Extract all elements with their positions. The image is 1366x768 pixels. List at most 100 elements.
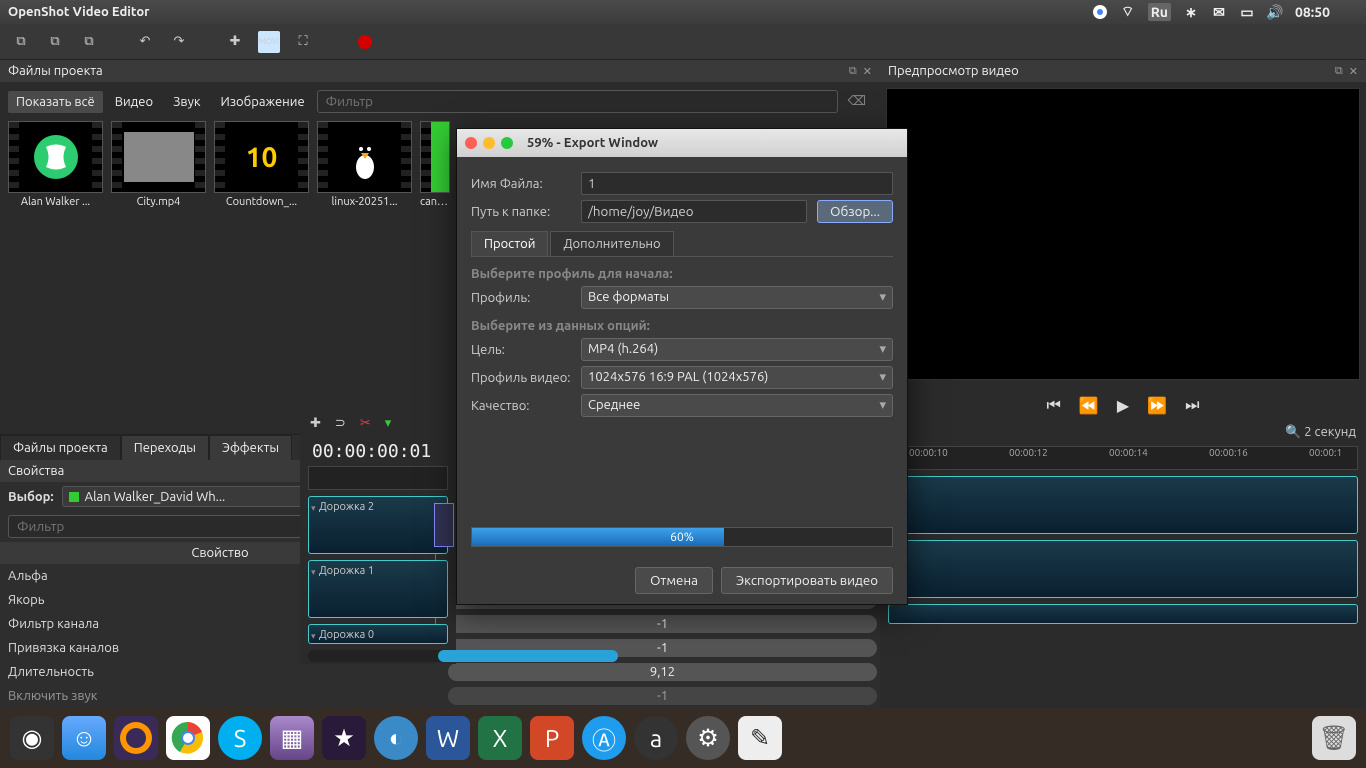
path-label: Путь к папке:	[471, 205, 571, 219]
tab-video[interactable]: Видео	[107, 91, 161, 113]
add-marker-icon[interactable]: ✚	[310, 416, 321, 431]
detach-icon[interactable]: ⧉	[849, 65, 857, 78]
detach-icon[interactable]: ⧉	[1335, 65, 1343, 78]
chrome-icon[interactable]	[1092, 4, 1108, 20]
target-select[interactable]: MP4 (h.264)	[581, 338, 893, 361]
dock-excel-icon[interactable]: X	[478, 716, 522, 760]
timeline-left: ✚ ⊃ ✂ ▾ 00:00:00:01 ▾Дорожка 2 ▾Дорожка …	[300, 410, 456, 664]
clear-filter-icon[interactable]: ⌫	[842, 94, 872, 109]
project-files-title: Файлы проекта	[8, 64, 103, 78]
close-panel-icon[interactable]: ✕	[1349, 65, 1358, 78]
tab-advanced[interactable]: Дополнительно	[550, 231, 673, 256]
project-filter-input[interactable]	[317, 90, 838, 113]
file-item[interactable]: can o...	[420, 121, 450, 208]
window-maximize-icon[interactable]	[501, 137, 513, 149]
clock[interactable]: 08:50	[1295, 4, 1330, 20]
clip[interactable]	[434, 503, 454, 547]
file-item[interactable]: City.mp4	[111, 121, 206, 208]
movi-icon[interactable]: MOVI	[258, 31, 280, 53]
skip-start-icon[interactable]: ⏮	[1047, 396, 1061, 415]
dock-trash-icon[interactable]: 🗑	[1312, 716, 1356, 760]
dock-word-icon[interactable]: W	[426, 716, 470, 760]
target-label: Цель:	[471, 343, 571, 357]
file-item[interactable]: linux-20251...	[317, 121, 412, 208]
volume-icon[interactable]: 🔊	[1267, 4, 1283, 20]
tab-simple[interactable]: Простой	[471, 231, 548, 256]
timeline-scrollbar[interactable]	[308, 650, 448, 662]
tab-audio[interactable]: Звук	[165, 91, 208, 113]
rewind-icon[interactable]: ⏪	[1079, 396, 1099, 415]
quality-label: Качество:	[471, 399, 571, 413]
add-icon[interactable]: ✚	[224, 31, 246, 53]
system-tray: ⌔ Ru ∗ ✉ ▭ 🔊 08:50	[1092, 3, 1358, 21]
tab-project-files[interactable]: Файлы проекта	[0, 435, 121, 460]
dock-notes-icon[interactable]: ✎	[738, 716, 782, 760]
dock-chrome-icon[interactable]	[166, 716, 210, 760]
tool-3[interactable]: ⧉	[78, 31, 100, 53]
path-input[interactable]	[581, 200, 807, 223]
system-menubar: OpenShot Video Editor ⌔ Ru ∗ ✉ ▭ 🔊 08:50	[0, 0, 1366, 24]
fullscreen-icon[interactable]: ⛶	[292, 31, 314, 53]
skip-end-icon[interactable]: ⏭	[1185, 396, 1199, 415]
file-item[interactable]: 10 Countdown_...	[214, 121, 309, 208]
dock-skype-icon[interactable]: S	[218, 716, 262, 760]
dock-photos-icon[interactable]: ▦	[270, 716, 314, 760]
filename-input[interactable]	[581, 172, 893, 195]
timeline-ruler-left[interactable]	[308, 466, 448, 490]
tab-effects[interactable]: Эффекты	[209, 435, 292, 460]
dock-imovie-icon[interactable]: ★	[322, 716, 366, 760]
timeline-track[interactable]	[888, 540, 1358, 598]
zoom-out-icon[interactable]: 🔍	[1285, 425, 1301, 439]
apple-icon[interactable]	[1342, 4, 1358, 20]
timeline-track[interactable]: ▾Дорожка 1	[308, 560, 448, 618]
forward-icon[interactable]: ⏩	[1147, 396, 1167, 415]
video-profile-select[interactable]: 1024x576 16:9 PAL (1024x576)	[581, 366, 893, 389]
mail-icon[interactable]: ✉	[1211, 4, 1227, 20]
razor-icon[interactable]: ✂	[360, 416, 371, 431]
timeline-ruler[interactable]: 00:00:10 00:00:12 00:00:14 00:00:16 00:0…	[888, 446, 1358, 470]
prop-value[interactable]: -1	[448, 615, 877, 633]
bluetooth-icon[interactable]: ∗	[1183, 4, 1199, 20]
tool-1[interactable]: ⧉	[10, 31, 32, 53]
cancel-button[interactable]: Отмена	[635, 567, 713, 594]
timeline-track[interactable]: ▾Дорожка 2	[308, 496, 448, 554]
tab-image[interactable]: Изображение	[213, 91, 313, 113]
record-icon[interactable]	[354, 31, 376, 53]
dialog-titlebar[interactable]: 59% - Export Window	[457, 129, 907, 157]
dock-ubuntu-icon[interactable]: ◉	[10, 716, 54, 760]
export-button[interactable]: Экспортировать видео	[721, 567, 893, 594]
prop-value[interactable]: 9,12	[448, 663, 877, 681]
video-preview	[886, 88, 1360, 380]
close-panel-icon[interactable]: ✕	[863, 65, 872, 78]
browse-button[interactable]: Обзор...	[817, 200, 893, 223]
prop-value[interactable]: -1	[448, 687, 877, 705]
undo-icon[interactable]: ↶	[134, 31, 156, 53]
dock-settings-icon[interactable]: ⚙	[686, 716, 730, 760]
preview-title: Предпросмотр видео	[888, 64, 1019, 78]
tab-transitions[interactable]: Переходы	[121, 435, 209, 460]
dock-firefox-icon[interactable]	[114, 716, 158, 760]
dock-amazon-icon[interactable]: a	[634, 716, 678, 760]
tool-2[interactable]: ⧉	[44, 31, 66, 53]
marker-down-icon[interactable]: ▾	[385, 416, 392, 431]
play-icon[interactable]: ▶	[1117, 396, 1129, 415]
dock-powerpoint-icon[interactable]: P	[530, 716, 574, 760]
timeline-track[interactable]	[888, 604, 1358, 624]
profile-select[interactable]: Все форматы	[581, 286, 893, 309]
redo-icon[interactable]: ↷	[168, 31, 190, 53]
dock-appstore-icon[interactable]: Ⓐ	[582, 716, 626, 760]
timeline-track[interactable]	[888, 476, 1358, 534]
dock-browser-icon[interactable]: ◐	[374, 716, 418, 760]
tab-show-all[interactable]: Показать всё	[8, 91, 103, 113]
window-minimize-icon[interactable]	[483, 137, 495, 149]
quality-select[interactable]: Среднее	[581, 394, 893, 417]
dock-finder-icon[interactable]: ☺	[62, 716, 106, 760]
file-item[interactable]: Alan Walker ...	[8, 121, 103, 208]
timeline-track[interactable]: ▾Дорожка 0	[308, 624, 448, 644]
magnet-icon[interactable]: ⊃	[335, 416, 346, 431]
window-close-icon[interactable]	[465, 137, 477, 149]
dialog-title: 59% - Export Window	[527, 136, 658, 150]
wifi-icon[interactable]: ⌔	[1120, 4, 1136, 20]
battery-icon[interactable]: ▭	[1239, 4, 1255, 20]
keyboard-layout[interactable]: Ru	[1148, 3, 1171, 21]
